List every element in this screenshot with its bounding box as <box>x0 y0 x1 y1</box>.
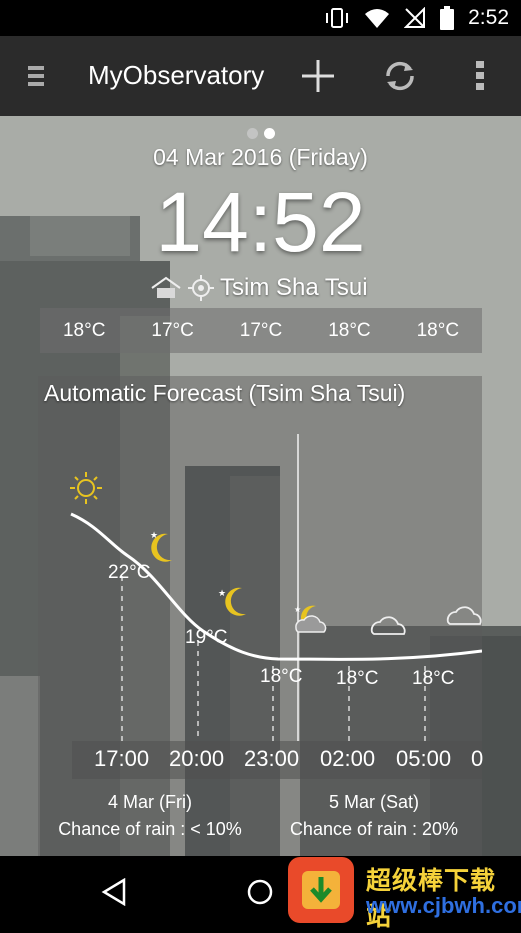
add-location-button[interactable] <box>288 36 348 116</box>
curve-temp-label: 19°C <box>185 627 228 648</box>
temperature-cell: 17°C <box>239 320 283 341</box>
forecast-time-label: 20:00 <box>169 746 225 771</box>
svg-text:★: ★ <box>218 588 226 598</box>
forecast-time-label: 17:00 <box>94 746 150 771</box>
moon-icon: ★ <box>218 587 246 616</box>
temperature-cell: 18°C <box>328 320 371 341</box>
temperature-cell: 17°C <box>151 320 194 341</box>
day-summary-rain: Chance of rain : < 10% <box>58 819 242 839</box>
menu-button[interactable] <box>6 36 66 116</box>
forecast-graph: ★ ★ ★ <box>70 434 482 779</box>
forecast-time-label: 0 <box>471 746 484 771</box>
cloud-icon <box>446 606 482 625</box>
forecast-time-label: 23:00 <box>244 746 300 771</box>
watermark-logo <box>288 857 354 923</box>
cloud-icon <box>370 616 406 635</box>
curve-temp-label: 22°C <box>108 562 151 583</box>
moon-icon: ★ <box>150 530 172 562</box>
watermark: 超级棒下载站 www.cjbwh.com <box>288 857 521 931</box>
vibrate-icon <box>326 8 349 28</box>
back-icon[interactable] <box>100 878 128 906</box>
automatic-forecast-panel[interactable]: Automatic Forecast (Tsim Sha Tsui) ★ ★ ★… <box>38 376 484 856</box>
page-dot-active <box>263 128 275 139</box>
gps-icon <box>188 275 214 301</box>
overflow-menu-button[interactable] <box>450 36 510 116</box>
location-name: Tsim Sha Tsui <box>220 274 368 301</box>
current-time: 14:52 <box>155 175 366 269</box>
day-summary-date: 4 Mar (Fri) <box>108 792 192 812</box>
menu-icon <box>28 66 44 86</box>
svg-text:★: ★ <box>150 530 158 540</box>
current-date: 04 Mar 2016 (Friday) <box>153 144 368 170</box>
location-row[interactable]: Tsim Sha Tsui <box>150 274 368 302</box>
page-dot <box>246 128 258 139</box>
temperature-cell: 18°C <box>62 320 106 341</box>
battery-icon <box>440 6 455 30</box>
temperature-curve <box>70 512 482 661</box>
more-vert-icon <box>476 61 484 90</box>
home-nav-icon[interactable] <box>246 878 274 906</box>
plus-icon <box>302 60 334 92</box>
no-signal-icon <box>404 7 426 28</box>
curve-temp-label: 18°C <box>260 666 303 687</box>
refresh-button[interactable] <box>370 36 430 116</box>
watermark-url: www.cjbwh.com <box>366 893 521 918</box>
day-summary-rain: Chance of rain : 20% <box>289 819 459 839</box>
app-bar: MyObservatory <box>0 36 521 116</box>
temperature-strip: 18°C 17°C 17°C 18°C 18°C <box>40 308 482 353</box>
temperature-cell: 18°C <box>416 320 460 341</box>
wifi-icon <box>365 9 390 28</box>
status-time: 2:52 <box>468 6 509 29</box>
forecast-time-label: 05:00 <box>396 746 452 771</box>
app-title: MyObservatory <box>88 60 265 90</box>
weather-content[interactable]: 04 Mar 2016 (Friday) 14:52 Tsim Sha Tsui… <box>0 116 521 856</box>
day-summary-date: 5 Mar (Sat) <box>328 792 420 812</box>
home-icon <box>151 276 181 298</box>
sun-icon <box>70 472 102 504</box>
page-indicator <box>0 128 521 139</box>
refresh-icon <box>386 61 414 91</box>
forecast-time-label: 02:00 <box>320 746 376 771</box>
svg-text:★: ★ <box>294 605 301 614</box>
status-bar: 2:52 <box>0 0 521 36</box>
curve-temp-label: 18°C <box>336 668 379 689</box>
curve-temp-label: 18°C <box>412 668 455 689</box>
